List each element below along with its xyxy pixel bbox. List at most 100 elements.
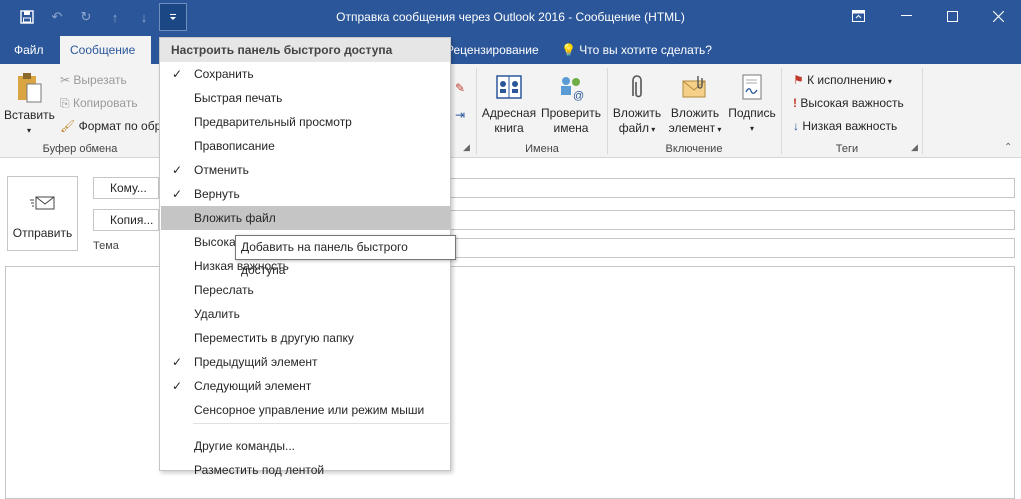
send-label: Отправить xyxy=(12,226,73,240)
paste-icon xyxy=(18,73,42,103)
attach-file-label-2: файл xyxy=(618,121,649,135)
maximize-icon[interactable] xyxy=(929,0,975,32)
group-label-include: Включение xyxy=(665,143,723,155)
tell-me-label: Что вы хотите сделать? xyxy=(579,43,712,57)
attach-item-label: Вложить xyxy=(670,106,720,120)
check-names-button[interactable]: @ Проверить имена xyxy=(540,72,602,136)
dialog-launcher-icon[interactable]: ◢ xyxy=(911,142,918,153)
title-bar: ↶ ↻ ↑ ↓ Отправка сообщения через Outlook… xyxy=(0,0,1021,36)
copy-button[interactable]: ⎘ Копировать xyxy=(60,96,138,111)
exclamation-icon: ! xyxy=(793,96,797,110)
menu-item[interactable]: Предварительный просмотр xyxy=(161,110,450,134)
signature-button[interactable]: Подпись ▾ xyxy=(726,72,778,136)
menu-item-label: Предыдущий элемент xyxy=(194,355,318,369)
menu-item-label: Удалить xyxy=(194,307,240,321)
cut-label: Вырезать xyxy=(73,73,127,87)
ribbon-tabs: Файл Сообщение Рецензирование 💡 Что вы х… xyxy=(0,36,1021,64)
menu-item[interactable]: Правописание xyxy=(161,134,450,158)
low-importance-label: Низкая важность xyxy=(802,119,898,133)
menu-item-label: Правописание xyxy=(194,139,275,153)
menu-item[interactable]: Сенсорное управление или режим мыши xyxy=(161,398,450,422)
address-book-button[interactable]: Адресная книга xyxy=(481,72,537,136)
svg-text:@: @ xyxy=(573,90,584,102)
check-icon: ✓ xyxy=(171,187,183,201)
check-names-label: Проверить xyxy=(540,106,601,120)
envelope-attach-icon xyxy=(682,76,706,98)
ribbon: Вставить ▾ ✂ Вырезать ⎘ Копировать 🖌 Фор… xyxy=(0,64,1021,158)
to-button[interactable]: Кому... xyxy=(93,177,159,199)
menu-item[interactable]: ✓ Вернуть xyxy=(161,182,450,206)
ribbon-display-options-icon[interactable] xyxy=(835,0,881,32)
menu-item[interactable]: Переслать xyxy=(161,278,450,302)
copy-label: Копировать xyxy=(72,96,138,110)
paste-label: Вставить xyxy=(4,108,55,122)
menu-header: Настроить панель быстрого доступа xyxy=(160,38,450,62)
check-icon: ✓ xyxy=(171,355,183,369)
attach-item-button[interactable]: Вложить элемент ▾ xyxy=(666,72,724,137)
menu-item-label: Сохранить xyxy=(194,67,254,81)
collapse-ribbon-icon[interactable]: ⌃ xyxy=(1004,142,1012,153)
menu-item[interactable]: Вложить файл xyxy=(161,206,450,230)
menu-item[interactable]: Быстрая печать xyxy=(161,86,450,110)
group-separator xyxy=(781,68,782,154)
menu-item-label: Следующий элемент xyxy=(194,379,312,393)
attach-file-button[interactable]: Вложить файл ▾ xyxy=(611,72,663,137)
paste-button[interactable]: Вставить ▾ xyxy=(4,72,55,138)
tab-file[interactable]: Файл xyxy=(4,36,54,64)
format-painter-button[interactable]: 🖌 Формат по обр xyxy=(60,119,161,133)
tab-review[interactable]: Рецензирование xyxy=(436,36,549,64)
check-names-label-2: имена xyxy=(553,121,589,135)
group-separator xyxy=(607,68,608,154)
signature-label: Подпись xyxy=(728,106,776,120)
group-separator xyxy=(476,68,477,154)
flag-icon: ⚑ xyxy=(793,73,804,87)
menu-item-label: Вложить файл xyxy=(194,211,276,225)
lightbulb-icon: 💡 xyxy=(561,43,576,57)
menu-item-label: Быстрая печать xyxy=(194,91,283,105)
format-painter-label: Формат по обр xyxy=(78,119,162,133)
menu-item[interactable]: Удалить xyxy=(161,302,450,326)
address-book-icon xyxy=(496,75,522,99)
minimize-icon[interactable] xyxy=(883,0,929,32)
chevron-down-icon: ▾ xyxy=(715,125,722,134)
menu-item-label: Другие команды... xyxy=(194,439,295,453)
attach-item-label-2: элемент xyxy=(668,121,716,135)
attach-file-label: Вложить xyxy=(612,106,662,120)
menu-item[interactable]: Другие команды... xyxy=(161,434,450,458)
signature-icon xyxy=(742,74,762,100)
menu-item-label: Разместить под лентой xyxy=(194,463,325,477)
menu-item[interactable]: ✓ Отменить xyxy=(161,158,450,182)
menu-item[interactable]: ✓ Сохранить xyxy=(161,62,450,86)
compose-area: Отправить Кому... Копия... Тема xyxy=(0,159,1021,499)
chevron-down-icon: ▾ xyxy=(649,125,656,134)
menu-item-label: Переслать xyxy=(194,283,254,297)
high-importance-label: Высокая важность xyxy=(800,96,904,110)
tell-me-search[interactable]: 💡 Что вы хотите сделать? xyxy=(555,36,722,64)
menu-item-label: Предварительный просмотр xyxy=(194,115,352,129)
menu-item-label: Переместить в другую папку xyxy=(194,331,354,345)
cc-button[interactable]: Копия... xyxy=(93,209,159,231)
send-envelope-icon xyxy=(30,194,56,215)
low-importance-button[interactable]: ↓ Низкая важность xyxy=(793,119,897,133)
address-book-label: Адресная xyxy=(481,106,537,120)
tab-message[interactable]: Сообщение xyxy=(60,36,151,64)
cut-button[interactable]: ✂ Вырезать xyxy=(60,73,127,87)
chevron-down-icon: ▾ xyxy=(885,77,892,86)
paperclip-icon xyxy=(632,75,642,98)
group-label-clipboard: Буфер обмена xyxy=(42,143,118,155)
message-body[interactable] xyxy=(5,266,1015,499)
menu-item[interactable]: Разместить под лентой xyxy=(161,458,450,482)
follow-up-button[interactable]: ⚑ К исполнению ▾ xyxy=(793,73,892,87)
high-importance-button[interactable]: ! Высокая важность xyxy=(793,96,904,110)
paintbrush-icon: 🖌 xyxy=(60,119,76,133)
menu-item[interactable]: ✓ Предыдущий элемент xyxy=(161,350,450,374)
clear-format-icon[interactable]: ✎ xyxy=(455,81,465,95)
subject-label: Тема xyxy=(93,240,119,252)
menu-item[interactable]: ✓ Следующий элемент xyxy=(161,374,450,398)
send-button[interactable]: Отправить xyxy=(7,176,78,251)
menu-item[interactable]: Переместить в другую папку xyxy=(161,326,450,350)
dialog-launcher-icon[interactable]: ◢ xyxy=(463,142,470,153)
close-icon[interactable] xyxy=(975,0,1021,32)
indent-icon[interactable]: ⇥ xyxy=(455,108,465,122)
menu-item-label: Отменить xyxy=(194,163,249,177)
